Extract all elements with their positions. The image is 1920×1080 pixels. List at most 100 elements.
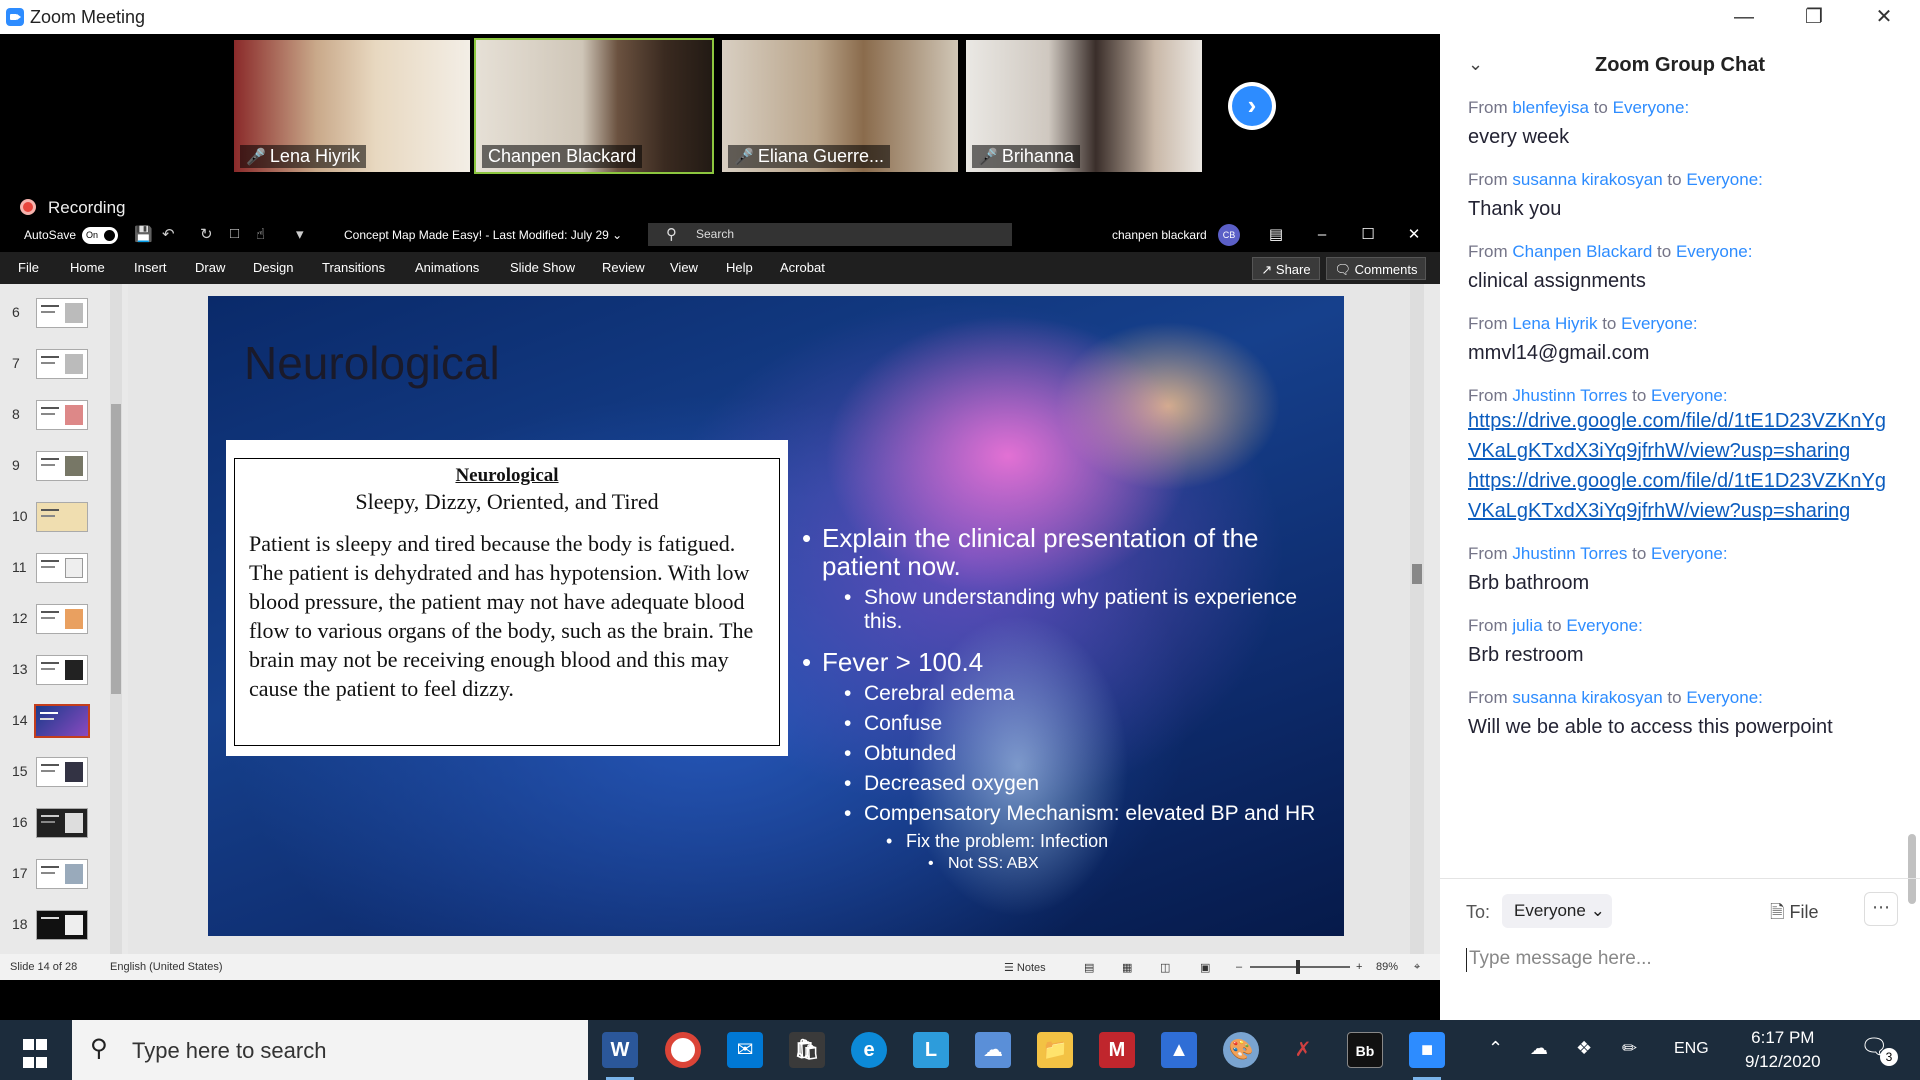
edge-icon[interactable]: e — [851, 1032, 887, 1068]
present-icon[interactable]: □ — [230, 225, 239, 242]
tab-transitions[interactable]: Transitions — [322, 260, 385, 275]
user-avatar[interactable]: CB — [1218, 224, 1240, 246]
slide-thumbnail-14[interactable] — [34, 704, 90, 738]
sender-name[interactable]: Jhustinn Torres — [1512, 386, 1627, 405]
tab-review[interactable]: Review — [602, 260, 645, 275]
taskbar-clock[interactable]: 6:17 PM 9/12/2020 — [1745, 1026, 1821, 1074]
recipient-name[interactable]: Everyone: — [1621, 314, 1698, 333]
sender-name[interactable]: susanna kirakosyan — [1512, 170, 1662, 189]
recipient-name[interactable]: Everyone: — [1686, 688, 1763, 707]
undo-icon[interactable]: ↶ — [162, 225, 175, 243]
tab-help[interactable]: Help — [726, 260, 753, 275]
recipient-name[interactable]: Everyone: — [1613, 98, 1690, 117]
slideshow-icon[interactable]: ▣ — [1200, 961, 1210, 974]
zoom-taskbar-icon[interactable]: ■ — [1409, 1032, 1445, 1080]
snipping-icon[interactable]: ✗ — [1285, 1032, 1321, 1068]
participant-tile-chanpen[interactable]: Chanpen Blackard — [474, 38, 714, 174]
chevron-up-icon[interactable]: ⌃ — [1488, 1038, 1503, 1059]
save-icon[interactable]: 💾 — [134, 225, 153, 243]
normal-view-icon[interactable]: ▤ — [1084, 961, 1094, 974]
message-link[interactable]: https://drive.google.com/file/d/1tE1D23V… — [1468, 406, 1898, 466]
close-icon[interactable]: ✕ — [1854, 2, 1914, 32]
slide-sorter-icon[interactable]: ▦ — [1122, 961, 1132, 974]
slide-thumbnail-9[interactable] — [36, 451, 88, 481]
sender-name[interactable]: Jhustinn Torres — [1512, 544, 1627, 563]
slide-thumbnail-12[interactable] — [36, 604, 88, 634]
slide-thumbnail-7[interactable] — [36, 349, 88, 379]
recipient-name[interactable]: Everyone: — [1686, 170, 1763, 189]
comments-button[interactable]: 🗨 Comments — [1326, 257, 1426, 280]
participant-tile-lena[interactable]: 🎤 Lena Hiyrik — [232, 38, 472, 174]
chrome-icon[interactable] — [665, 1032, 701, 1068]
slide-thumbnail-10[interactable] — [36, 502, 88, 532]
tab-animations[interactable]: Animations — [415, 260, 479, 275]
lockdown-icon[interactable]: L — [913, 1032, 949, 1068]
onedrive-icon[interactable]: ☁ — [975, 1032, 1011, 1068]
current-slide[interactable]: Neurological Neurological Sleepy, Dizzy,… — [208, 296, 1344, 936]
zoom-in-icon[interactable]: + — [1356, 961, 1362, 973]
slide-thumbnail-17[interactable] — [36, 859, 88, 889]
zoom-slider-thumb[interactable] — [1296, 960, 1300, 974]
share-button[interactable]: ↗ Share — [1252, 257, 1320, 280]
notes-button[interactable]: ☰ Notes — [1004, 961, 1046, 974]
document-title[interactable]: Concept Map Made Easy! - Last Modified: … — [344, 228, 622, 242]
ppt-maximize-icon[interactable]: ☐ — [1350, 222, 1386, 248]
start-icon[interactable] — [22, 1038, 48, 1074]
dropbox-icon[interactable]: ❖ — [1576, 1038, 1592, 1059]
ppt-search-box[interactable]: ⚲ Search — [648, 223, 1012, 246]
sender-name[interactable]: Lena Hiyrik — [1512, 314, 1597, 333]
participant-tile-eliana[interactable]: 🎤 Eliana Guerre... — [720, 38, 960, 174]
participant-tile-brihanna[interactable]: 🎤 Brihanna — [964, 38, 1204, 174]
recipient-dropdown[interactable]: Everyone ⌄ — [1502, 894, 1612, 928]
ppt-close-icon[interactable]: ✕ — [1396, 222, 1432, 248]
tab-home[interactable]: Home — [70, 260, 105, 275]
tab-slide-show[interactable]: Slide Show — [510, 260, 575, 275]
tab-file[interactable]: File — [18, 260, 39, 275]
redo-icon[interactable]: ↻ — [200, 225, 213, 243]
restore-icon[interactable]: ❐ — [1784, 2, 1844, 32]
paint-icon[interactable]: 🎨 — [1223, 1032, 1259, 1068]
file-explorer-icon[interactable]: 📁 — [1037, 1032, 1073, 1068]
mcafee-icon[interactable]: M — [1099, 1032, 1135, 1068]
thumbnail-scrollbar[interactable] — [110, 284, 122, 954]
customize-qat-icon[interactable]: ▾ — [296, 225, 304, 243]
zoom-slider[interactable] — [1250, 966, 1350, 968]
recipient-name[interactable]: Everyone: — [1651, 386, 1728, 405]
sender-name[interactable]: julia — [1512, 616, 1542, 635]
recipient-name[interactable]: Everyone: — [1676, 242, 1753, 261]
recipient-name[interactable]: Everyone: — [1566, 616, 1643, 635]
ribbon-display-icon[interactable]: ▤ — [1258, 222, 1294, 248]
touch-mode-icon[interactable]: ☝ — [256, 225, 265, 243]
tab-acrobat[interactable]: Acrobat — [780, 260, 825, 275]
cloud-sync-icon[interactable]: ☁ — [1530, 1038, 1548, 1059]
tab-view[interactable]: View — [670, 260, 698, 275]
user-name[interactable]: chanpen blackard — [1112, 228, 1207, 242]
slide-thumbnail-11[interactable] — [36, 553, 88, 583]
sender-name[interactable]: blenfeyisa — [1512, 98, 1589, 117]
sender-name[interactable]: susanna kirakosyan — [1512, 688, 1662, 707]
message-link[interactable]: https://drive.google.com/file/d/1tE1D23V… — [1468, 466, 1898, 526]
tab-insert[interactable]: Insert — [134, 260, 167, 275]
slide-scrollbar[interactable] — [1410, 284, 1424, 954]
word-icon[interactable]: W — [602, 1032, 638, 1080]
slide-thumbnail-18[interactable] — [36, 910, 88, 940]
file-button[interactable]: 🗎 File — [1770, 900, 1819, 930]
chat-scrollbar[interactable] — [1908, 94, 1916, 914]
mail-icon[interactable]: ✉ — [727, 1032, 763, 1068]
language-indicator[interactable]: ENG — [1674, 1040, 1709, 1058]
autosave-toggle[interactable]: On — [82, 227, 118, 244]
blackboard-icon[interactable]: Bb — [1347, 1032, 1383, 1068]
ppt-minimize-icon[interactable]: – — [1304, 222, 1340, 248]
slide-thumbnail-15[interactable] — [36, 757, 88, 787]
onenote-icon[interactable]: ▲ — [1161, 1032, 1197, 1068]
recipient-name[interactable]: Everyone: — [1651, 544, 1728, 563]
tab-design[interactable]: Design — [253, 260, 293, 275]
chat-message-input[interactable]: Type message here... — [1466, 948, 1886, 972]
slide-thumbnail-16[interactable] — [36, 808, 88, 838]
taskbar-search[interactable]: ⚲ Type here to search — [72, 1020, 588, 1080]
slide-thumbnail-8[interactable] — [36, 400, 88, 430]
zoom-level[interactable]: 89% — [1376, 961, 1398, 973]
zoom-out-icon[interactable]: – — [1236, 961, 1242, 973]
notification-icon[interactable]: 🗨 3 — [1860, 1034, 1898, 1066]
sender-name[interactable]: Chanpen Blackard — [1512, 242, 1652, 261]
